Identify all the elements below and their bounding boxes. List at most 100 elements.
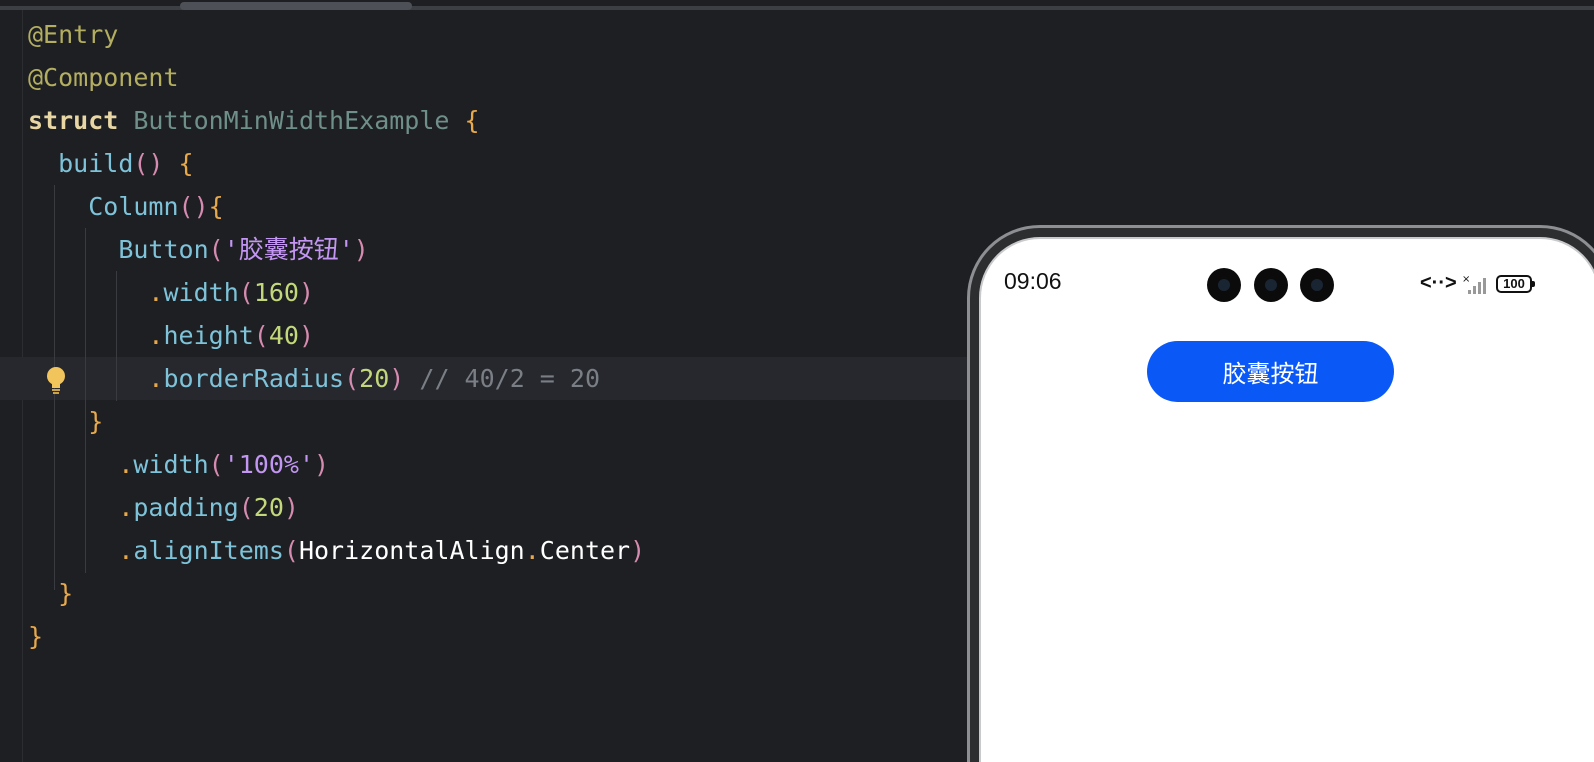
code-token: padding: [133, 493, 239, 522]
code-line-text: }: [28, 615, 43, 658]
code-token: 40: [268, 321, 299, 350]
horizontal-scrollbar-thumb[interactable]: [180, 2, 412, 10]
device-preview-frame: [970, 228, 1594, 762]
code-line[interactable]: struct ButtonMinWidthExample {: [0, 99, 990, 142]
lightbulb-icon[interactable]: [44, 366, 68, 396]
code-line-text: .alignItems(HorizontalAlign.Center): [28, 529, 645, 572]
code-line[interactable]: .width(160): [0, 271, 990, 314]
code-line-text: .width(160): [28, 271, 314, 314]
code-line[interactable]: }: [0, 572, 990, 615]
code-token: (): [178, 192, 209, 221]
code-token: ButtonMinWidthExample: [133, 106, 450, 135]
camera-icon: [1207, 268, 1241, 302]
code-line-text: struct ButtonMinWidthExample {: [28, 99, 480, 142]
code-line-text: .padding(20): [28, 486, 299, 529]
code-line-text: .height(40): [28, 314, 314, 357]
code-line-text: .width('100%'): [28, 443, 329, 486]
code-token: height: [163, 321, 254, 350]
code-line-text: @Component: [28, 56, 179, 99]
code-token: ): [389, 364, 405, 393]
code-token: }: [58, 579, 74, 608]
code-token: 20: [359, 364, 390, 393]
code-token: build: [58, 149, 134, 178]
code-line-text: }: [28, 572, 73, 615]
code-token: Button: [118, 235, 209, 264]
code-line-text: @Entry: [28, 13, 118, 56]
code-token: @Component: [28, 63, 179, 92]
code-token: width: [163, 278, 239, 307]
code-token: .: [118, 450, 134, 479]
code-line[interactable]: }: [0, 615, 990, 658]
code-token: .: [148, 321, 164, 350]
code-token: (: [208, 450, 224, 479]
code-token: (: [344, 364, 360, 393]
code-token: ): [298, 321, 315, 350]
code-token: (: [253, 321, 269, 350]
network-transfer-icon: <··>: [1420, 272, 1457, 294]
code-line[interactable]: .borderRadius(20) // 40/2 = 20: [0, 357, 990, 400]
code-token: .: [524, 536, 540, 565]
code-token: '胶囊按钮': [223, 235, 354, 264]
code-token: alignItems: [133, 536, 284, 565]
code-token: @Entry: [28, 20, 119, 49]
code-token: Center: [539, 536, 631, 565]
code-token: (: [238, 278, 254, 307]
code-line[interactable]: @Entry: [0, 13, 990, 56]
code-token: {: [449, 106, 480, 135]
code-token: ): [283, 493, 299, 522]
status-bar-time: 09:06: [1004, 268, 1062, 294]
capsule-button[interactable]: 胶囊按钮: [1147, 341, 1394, 402]
code-line-text: }: [28, 400, 103, 443]
camera-icon: [1300, 268, 1334, 302]
code-token: (: [283, 536, 299, 565]
code-token: '100%': [223, 450, 315, 479]
code-token: Column: [88, 192, 179, 221]
code-token: ): [353, 235, 369, 264]
code-line[interactable]: @Component: [0, 56, 990, 99]
code-line[interactable]: .padding(20): [0, 486, 990, 529]
code-token: // 40/2 = 20: [404, 364, 601, 393]
battery-icon: 100: [1496, 275, 1535, 293]
code-line-text: Button('胶囊按钮'): [28, 228, 369, 271]
code-token: }: [88, 407, 104, 436]
code-token: {: [163, 149, 194, 178]
code-token: 20: [253, 493, 284, 522]
code-token: .: [118, 493, 134, 522]
code-line-text: .borderRadius(20) // 40/2 = 20: [28, 357, 600, 400]
code-line-text: Column(){: [28, 185, 224, 228]
code-line[interactable]: Column(){: [0, 185, 990, 228]
code-token: {: [208, 192, 224, 221]
camera-icon: [1254, 268, 1288, 302]
code-token: .: [118, 536, 134, 565]
code-line[interactable]: .width('100%'): [0, 443, 990, 486]
svg-text:×: ×: [1462, 274, 1470, 285]
code-token: (: [208, 235, 224, 264]
code-line[interactable]: build() {: [0, 142, 990, 185]
code-line[interactable]: .height(40): [0, 314, 990, 357]
code-line[interactable]: .alignItems(HorizontalAlign.Center): [0, 529, 990, 572]
status-bar-icons: <··> × 100: [1420, 272, 1540, 300]
code-token: (): [133, 149, 164, 178]
code-token: .: [148, 364, 164, 393]
code-line[interactable]: }: [0, 400, 990, 443]
code-token: ): [314, 450, 330, 479]
code-token: ): [630, 536, 646, 565]
code-line[interactable]: Button('胶囊按钮'): [0, 228, 990, 271]
code-editor[interactable]: @Entry @Component struct ButtonMinWidthExa…: [0, 13, 990, 762]
code-line-text: build() {: [28, 142, 194, 185]
indent-guide: [116, 271, 117, 401]
code-token: width: [133, 450, 209, 479]
code-token: struct: [28, 106, 119, 135]
indent-guide: [85, 228, 86, 573]
code-token: 160: [253, 278, 299, 307]
